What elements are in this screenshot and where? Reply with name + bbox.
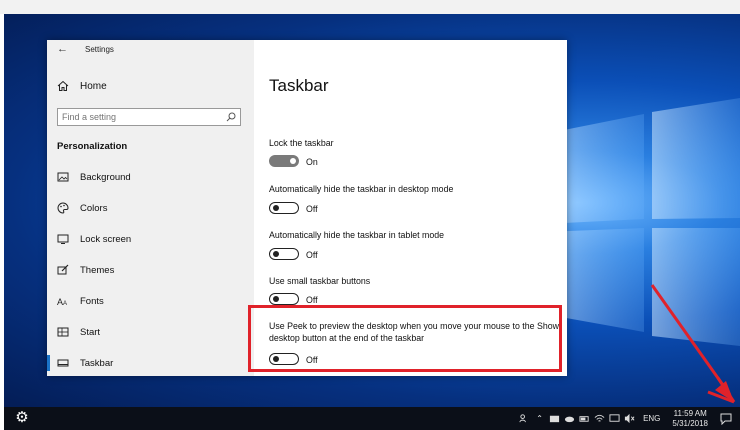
palette-icon [57,202,69,214]
fonts-icon: A A [57,297,67,307]
sidebar-item-label: Colors [80,202,108,214]
brush-icon [57,264,69,275]
autohide-desktop-toggle[interactable] [269,202,299,214]
sidebar-item-label: Fonts [80,295,104,307]
section-title: Personalization [57,141,128,152]
system-tray: ⌃ ENG 11:59 AM 5/31/2018 [517,407,740,430]
toggle-knob [273,205,279,211]
clock-time: 11:59 AM [673,408,707,418]
clock[interactable]: 11:59 AM 5/31/2018 [672,409,708,429]
sidebar-item-label: Start [80,326,101,338]
search-input[interactable] [62,111,222,123]
network-icon[interactable] [594,413,605,424]
search-box[interactable] [57,108,241,126]
toggle-knob [273,296,279,302]
chevron-up-icon[interactable]: ⌃ [534,413,545,424]
start-tiles-icon [57,327,69,337]
taskbar-icon [57,359,69,367]
taskbar: ⚙ ⌃ ENG 11:59 AM 5/31/2018 [4,407,740,430]
settings-sidebar: ← Settings Home Personalization [47,40,254,376]
sidebar-item-lock-screen[interactable]: Lock screen [47,227,254,251]
setting-label: Use small taskbar buttons [269,276,371,286]
sidebar-item-label: Themes [80,264,115,276]
small-buttons-toggle[interactable] [269,293,299,305]
folder-icon[interactable] [549,413,560,424]
sidebar-item-background[interactable]: Background [47,165,254,189]
search-icon[interactable] [226,112,236,122]
toggle-state: Off [306,250,318,260]
toggle-state: Off [306,295,318,305]
setting-label: Automatically hide the taskbar in deskto… [269,184,454,194]
cloud-icon[interactable] [564,413,575,424]
home-link[interactable]: Home [57,80,107,92]
home-icon [57,80,69,91]
action-center-icon[interactable] [720,413,732,425]
gear-icon[interactable]: ⚙ [14,410,30,426]
volume-mute-icon[interactable] [624,413,635,424]
monitor-icon[interactable] [609,413,620,424]
monitor-lock-icon [57,234,69,244]
setting-label: Automatically hide the taskbar in tablet… [269,230,445,240]
autohide-tablet-toggle[interactable] [269,248,299,260]
screenshot: ← Settings Home Personalization [0,0,740,430]
toggle-knob [273,251,279,257]
setting-label: Lock the taskbar [269,138,334,148]
language-indicator[interactable]: ENG [643,414,660,423]
toggle-state: On [306,157,318,167]
sidebar-item-taskbar[interactable]: Taskbar [47,351,254,375]
home-label: Home [80,80,107,92]
sidebar-item-label: Background [80,171,131,183]
svg-text:A: A [63,301,67,307]
page-title: Taskbar [269,76,329,95]
back-arrow-icon[interactable]: ← [57,43,68,55]
title-bar: ← Settings [47,40,254,60]
lock-taskbar-toggle[interactable] [269,155,299,167]
picture-icon [57,172,69,182]
toggle-knob [290,158,296,164]
sidebar-item-themes[interactable]: Themes [47,258,254,282]
highlight-box [248,305,562,372]
window-title: Settings [85,45,114,54]
sidebar-item-label: Taskbar [80,357,114,369]
toggle-state: Off [306,204,318,214]
sidebar-item-label: Lock screen [80,233,132,245]
battery-icon[interactable] [579,413,590,424]
clock-date: 5/31/2018 [672,418,708,428]
people-icon[interactable] [519,413,530,424]
sidebar-item-colors[interactable]: Colors [47,196,254,220]
sidebar-item-fonts[interactable]: A A Fonts [47,289,254,313]
sidebar-item-start[interactable]: Start [47,320,254,344]
